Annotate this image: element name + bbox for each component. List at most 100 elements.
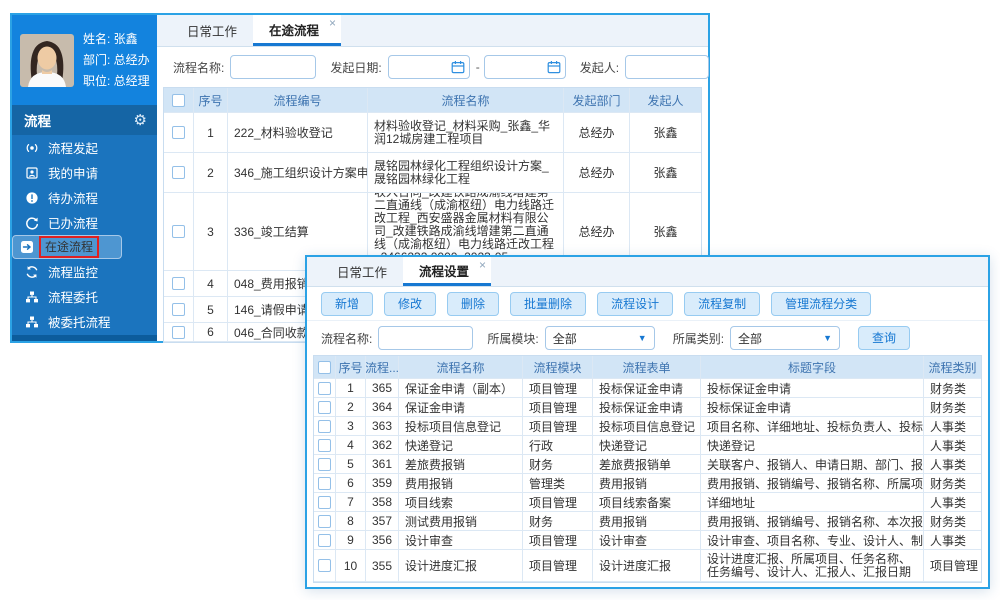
- in-transit-icon: [20, 240, 34, 254]
- col-header-name: 流程名称: [368, 88, 564, 112]
- category-select[interactable]: 全部 ▼: [730, 326, 840, 350]
- table-row[interactable]: 4 362 快递登记 行政 快递登记 快递登记 人事类: [314, 436, 981, 455]
- sidebar-item-in-transit-processes[interactable]: 在途流程: [12, 235, 122, 259]
- flow-name-label: 流程名称:: [321, 330, 372, 347]
- sidebar-item-delegated-to-me[interactable]: 被委托流程: [12, 309, 157, 334]
- table-row[interactable]: 8 357 测试费用报销 财务 费用报销 费用报销、报销编号、报销名称、本次报销…: [314, 512, 981, 531]
- row-checkbox[interactable]: [318, 496, 331, 509]
- sidebar-item-process-monitor[interactable]: 流程监控: [12, 259, 157, 284]
- window1-filterbar: 流程名称: 发起日期: - 发起人:: [157, 47, 708, 87]
- chevron-down-icon: ▼: [638, 333, 647, 343]
- table-row[interactable]: 6 359 费用报销 管理类 费用报销 费用报销、报销编号、报销名称、所属项目 …: [314, 474, 981, 493]
- row-checkbox[interactable]: [172, 166, 185, 179]
- col-header-module: 流程模块: [523, 356, 593, 378]
- row-checkbox[interactable]: [318, 439, 331, 452]
- chevron-down-icon: ▼: [823, 333, 832, 343]
- sidebar-item-label: 流程发起: [48, 138, 98, 157]
- row-checkbox[interactable]: [172, 303, 185, 316]
- select-all-checkbox[interactable]: [172, 94, 185, 107]
- gear-icon[interactable]: ⚙: [134, 113, 147, 128]
- sidebar-item-label: 待办流程: [48, 188, 98, 207]
- sidebar-item-my-applications[interactable]: 我的申请: [12, 160, 157, 185]
- tab-daily-work[interactable]: 日常工作: [171, 15, 253, 46]
- sidebar-item-label: 在途流程: [45, 240, 93, 254]
- row-checkbox[interactable]: [172, 225, 185, 238]
- row-checkbox[interactable]: [318, 477, 331, 490]
- row-checkbox[interactable]: [318, 515, 331, 528]
- sidebar-bottom-strip: [12, 335, 157, 341]
- col-header-title: 标题字段: [701, 356, 924, 378]
- manage-category-button[interactable]: 管理流程分类: [771, 292, 871, 316]
- row-checkbox[interactable]: [318, 401, 331, 414]
- flow-name-label: 流程名称:: [173, 59, 224, 76]
- start-date-label: 发起日期:: [330, 59, 381, 76]
- col-header-no: 序号: [336, 356, 366, 378]
- user-department: 部门: 总经办: [83, 50, 150, 71]
- batch-delete-button[interactable]: 批量删除: [510, 292, 586, 316]
- id-card-icon: [25, 166, 39, 180]
- sidebar-section-title: 流程: [24, 110, 51, 130]
- initiator-input[interactable]: [625, 55, 709, 79]
- module-label: 所属模块:: [487, 330, 538, 347]
- col-header-no: 序号: [194, 88, 228, 112]
- tab-in-transit[interactable]: 在途流程 ×: [253, 15, 341, 46]
- sidebar-item-done-processes[interactable]: 已办流程: [12, 210, 157, 235]
- col-header-form: 流程表单: [593, 356, 701, 378]
- row-checkbox[interactable]: [318, 420, 331, 433]
- table-row[interactable]: 9 356 设计审查 项目管理 设计审查 设计审查、项目名称、专业、设计人、制单…: [314, 531, 981, 550]
- tab-process-settings[interactable]: 流程设置 ×: [403, 257, 491, 286]
- category-select-value: 全部: [738, 330, 762, 347]
- history-arrow-icon: [25, 216, 39, 230]
- row-checkbox[interactable]: [318, 534, 331, 547]
- row-checkbox[interactable]: [172, 126, 185, 139]
- tab-label: 日常工作: [337, 262, 387, 281]
- flow-name-input[interactable]: [378, 326, 473, 350]
- col-header-person: 发起人: [630, 88, 701, 112]
- close-icon[interactable]: ×: [329, 16, 336, 30]
- window1-tabbar: 日常工作 在途流程 ×: [157, 15, 708, 47]
- sitemap-icon: [25, 290, 39, 304]
- tab-daily-work[interactable]: 日常工作: [321, 257, 403, 286]
- table-row[interactable]: 5 361 差旅费报销 财务 差旅费报销单 关联客户、报销人、申请日期、部门、报…: [314, 455, 981, 474]
- tab-label: 流程设置: [419, 261, 469, 280]
- select-all-checkbox[interactable]: [318, 361, 331, 374]
- table-row[interactable]: 2 346_施工组织设计方案申请 晟铭园林绿化工程组织设计方案_晟铭园林绿化工程…: [164, 153, 701, 193]
- category-label: 所属类别:: [673, 330, 724, 347]
- sidebar-item-label: 流程委托: [48, 287, 98, 306]
- sidebar-item-label: 我的申请: [48, 163, 98, 182]
- add-button[interactable]: 新增: [321, 292, 373, 316]
- sidebar-menu: 流程发起 我的申请 待办流程: [12, 135, 157, 335]
- broadcast-icon: [25, 141, 39, 155]
- table-row[interactable]: 7 358 项目线索 项目管理 项目线索备案 详细地址 人事类: [314, 493, 981, 512]
- close-icon[interactable]: ×: [479, 258, 486, 272]
- flow-design-button[interactable]: 流程设计: [597, 292, 673, 316]
- user-name: 姓名: 张鑫: [83, 29, 150, 50]
- flow-copy-button[interactable]: 流程复制: [684, 292, 760, 316]
- module-select[interactable]: 全部 ▼: [545, 326, 655, 350]
- calendar-icon[interactable]: [451, 60, 465, 77]
- table-row[interactable]: 1 365 保证金申请（副本） 项目管理 投标保证金申请 投标保证金申请 财务类: [314, 379, 981, 398]
- table-row[interactable]: 10 355 设计进度汇报 项目管理 设计进度汇报 设计进度汇报、所属项目、任务…: [314, 550, 981, 582]
- row-checkbox[interactable]: [172, 326, 185, 339]
- sidebar-section-header: 流程 ⚙: [12, 105, 157, 135]
- delete-button[interactable]: 删除: [447, 292, 499, 316]
- exclamation-circle-icon: [25, 191, 39, 205]
- flow-name-input[interactable]: [230, 55, 316, 79]
- row-checkbox[interactable]: [318, 559, 331, 572]
- sidebar-item-todo-processes[interactable]: 待办流程: [12, 185, 157, 210]
- table-row[interactable]: 1 222_材料验收登记 材料验收登记_材料采购_张鑫_华润12城房建工程项目 …: [164, 113, 701, 153]
- user-info: 姓名: 张鑫 部门: 总经办 职位: 总经理: [83, 29, 150, 92]
- calendar-icon[interactable]: [547, 60, 561, 77]
- row-checkbox[interactable]: [172, 277, 185, 290]
- col-header-code: 流程...: [366, 356, 399, 378]
- row-checkbox[interactable]: [318, 458, 331, 471]
- row-checkbox[interactable]: [318, 382, 331, 395]
- window2-toolbar: 新增 修改 删除 批量删除 流程设计 流程复制 管理流程分类: [307, 287, 988, 321]
- sidebar-item-process-start[interactable]: 流程发起: [12, 135, 157, 160]
- table-row[interactable]: 3 363 投标项目信息登记 项目管理 投标项目信息登记 项目名称、详细地址、投…: [314, 417, 981, 436]
- table-row[interactable]: 2 364 保证金申请 项目管理 投标保证金申请 投标保证金申请 财务类: [314, 398, 981, 417]
- edit-button[interactable]: 修改: [384, 292, 436, 316]
- search-button[interactable]: 查询: [858, 326, 910, 350]
- process-settings-table: 序号 流程... 流程名称 流程模块 流程表单 标题字段 流程类别 1 365 …: [313, 355, 982, 583]
- sidebar-item-process-delegate[interactable]: 流程委托: [12, 284, 157, 309]
